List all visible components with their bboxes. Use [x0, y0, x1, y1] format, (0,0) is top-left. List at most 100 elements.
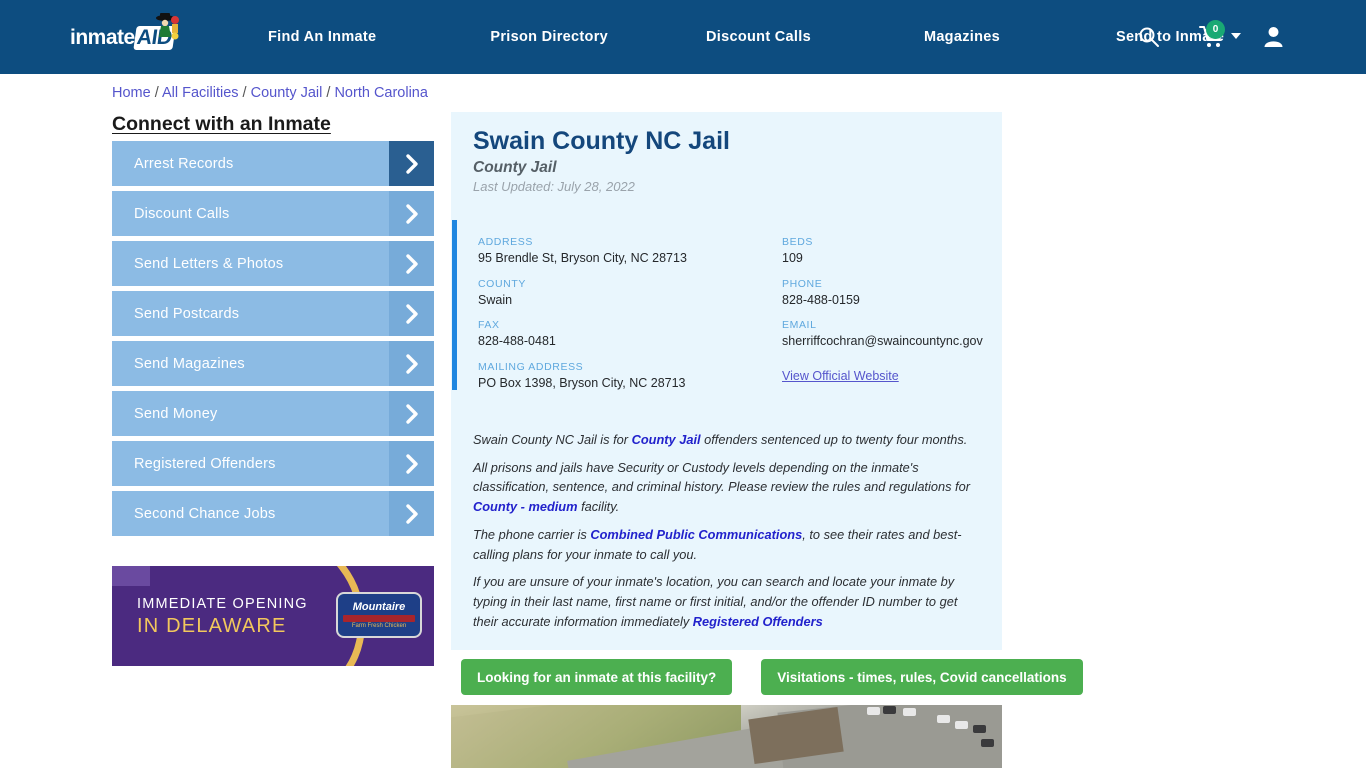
sidebar-item-label: Send Money: [134, 405, 218, 422]
action-buttons: Looking for an inmate at this facility? …: [461, 659, 1083, 695]
detail-label: ADDRESS: [478, 236, 533, 248]
site-logo[interactable]: inmateAID: [70, 13, 200, 58]
sidebar-item-label: Send Letters & Photos: [134, 255, 284, 272]
facility-description: Swain County NC Jail is for County Jail …: [473, 430, 976, 639]
top-navigation-bar: inmateAID Find An Inmate Prison Director…: [0, 0, 1366, 74]
ad-headline-line1: IMMEDIATE OPENING: [137, 596, 308, 612]
facility-info-panel: Swain County NC Jail County Jail Last Up…: [451, 112, 1002, 650]
last-updated-text: Last Updated: July 28, 2022: [473, 179, 635, 194]
ad-brand-logo: Mountaire Farm Fresh Chicken: [336, 592, 422, 638]
aerial-vehicle: [973, 725, 986, 733]
facility-aerial-photo: [451, 705, 1002, 768]
sidebar-item-label: Second Chance Jobs: [134, 505, 276, 522]
sidebar-item-arrest-records[interactable]: Arrest Records: [112, 141, 434, 186]
link-county-jail[interactable]: County Jail: [632, 432, 701, 447]
detail-label: COUNTY: [478, 277, 526, 290]
sidebar-item-label: Send Magazines: [134, 355, 245, 372]
facility-details-left-column: ADDRESS 95 Brendle St, Bryson City, NC 2…: [478, 236, 748, 402]
sidebar-item-label: Send Postcards: [134, 305, 240, 322]
breadcrumb: Home / All Facilities / County Jail / No…: [112, 85, 428, 101]
search-icon[interactable]: [1138, 26, 1160, 48]
sidebar-item-label: Registered Offenders: [134, 455, 276, 472]
sidebar-item-second-chance-jobs[interactable]: Second Chance Jobs: [112, 491, 434, 536]
sidebar-heading: Connect with an Inmate: [112, 113, 331, 135]
ad-headline-line2: IN DELAWARE: [137, 615, 287, 637]
detail-value: sherriffcochran@swaincountync.gov: [782, 334, 983, 348]
sidebar-advertisement[interactable]: IMMEDIATE OPENING IN DELAWARE Mountaire …: [112, 566, 434, 666]
accent-bar: [452, 220, 457, 390]
ad-brand-bar: [343, 615, 415, 622]
description-paragraph-1: Swain County NC Jail is for County Jail …: [473, 432, 968, 447]
ad-brand-name: Mountaire: [352, 601, 406, 613]
detail-beds: BEDS 109: [782, 236, 992, 265]
sidebar-item-send-letters-photos[interactable]: Send Letters & Photos: [112, 241, 434, 286]
chevron-right-icon: [389, 341, 434, 386]
ad-corner-decoration: [112, 566, 150, 586]
breadcrumb-item-all-facilities[interactable]: All Facilities: [162, 85, 239, 101]
sidebar-item-label: Discount Calls: [134, 205, 230, 222]
chevron-right-icon: [389, 241, 434, 286]
mascot-icon: [156, 13, 179, 40]
aerial-vehicle: [937, 715, 950, 723]
detail-email: EMAIL sherriffcochran@swaincountync.gov: [782, 319, 992, 348]
breadcrumb-separator: /: [238, 85, 251, 101]
aerial-vehicle: [955, 721, 968, 729]
facility-details-right-column: BEDS 109 PHONE 828-488-0159 EMAIL sherri…: [782, 236, 992, 385]
cart-count-badge: 0: [1206, 20, 1225, 39]
sidebar-item-label: Arrest Records: [134, 155, 234, 172]
page-title: Swain County NC Jail: [473, 127, 730, 155]
primary-nav-links: Find An Inmate Prison Directory Discount…: [250, 0, 1242, 74]
detail-value: Swain: [478, 292, 513, 307]
sidebar-item-send-magazines[interactable]: Send Magazines: [112, 341, 434, 386]
chevron-right-icon: [389, 291, 434, 336]
chevron-right-icon: [389, 391, 434, 436]
detail-address: ADDRESS 95 Brendle St, Bryson City, NC 2…: [478, 236, 748, 265]
detail-value: 109: [782, 251, 803, 265]
aerial-vehicle: [981, 739, 994, 747]
nav-item-magazines[interactable]: Magazines: [924, 29, 1000, 45]
detail-phone: PHONE 828-488-0159: [782, 278, 992, 307]
breadcrumb-separator: /: [322, 85, 335, 101]
aerial-vehicle: [903, 708, 916, 716]
link-registered-offenders[interactable]: Registered Offenders: [693, 614, 823, 629]
chevron-right-icon: [389, 441, 434, 486]
chevron-right-icon: [389, 491, 434, 536]
aerial-vehicle: [867, 707, 880, 715]
description-paragraph-3: The phone carrier is Combined Public Com…: [473, 526, 962, 562]
nav-item-discount-calls[interactable]: Discount Calls: [706, 29, 811, 45]
ad-brand-tagline: Farm Fresh Chicken: [351, 623, 407, 629]
official-website-link[interactable]: View Official Website: [782, 369, 899, 383]
link-phone-carrier[interactable]: Combined Public Communications: [590, 527, 802, 542]
detail-county: COUNTY Swain: [478, 278, 748, 307]
sidebar-item-discount-calls[interactable]: Discount Calls: [112, 191, 434, 236]
detail-mailing-address: MAILING ADDRESS PO Box 1398, Bryson City…: [478, 361, 748, 390]
sidebar-item-send-postcards[interactable]: Send Postcards: [112, 291, 434, 336]
breadcrumb-item-home[interactable]: Home: [112, 85, 151, 101]
nav-item-find-an-inmate[interactable]: Find An Inmate: [268, 29, 376, 45]
detail-label: PHONE: [782, 277, 823, 290]
detail-label: EMAIL: [782, 319, 817, 331]
link-county-medium[interactable]: County - medium: [473, 499, 578, 514]
description-paragraph-2: All prisons and jails have Security or C…: [473, 459, 970, 515]
chevron-right-icon: [389, 191, 434, 236]
detail-label: BEDS: [782, 236, 813, 248]
breadcrumb-separator: /: [150, 85, 162, 101]
sidebar-menu: Arrest Records Discount Calls Send Lette…: [112, 141, 434, 541]
user-icon[interactable]: [1264, 26, 1283, 47]
chevron-down-icon: [1231, 33, 1242, 39]
detail-value: 95 Brendle St, Bryson City, NC 28713: [478, 251, 687, 265]
nav-item-prison-directory[interactable]: Prison Directory: [490, 29, 608, 45]
breadcrumb-item-county-jail[interactable]: County Jail: [251, 85, 323, 101]
facility-type: County Jail: [473, 159, 557, 176]
detail-value: PO Box 1398, Bryson City, NC 28713: [478, 375, 686, 390]
breadcrumb-item-north-carolina[interactable]: North Carolina: [334, 85, 428, 101]
inmate-search-button[interactable]: Looking for an inmate at this facility?: [461, 659, 733, 695]
sidebar-item-registered-offenders[interactable]: Registered Offenders: [112, 441, 434, 486]
detail-fax: FAX 828-488-0481: [478, 319, 748, 348]
visitation-info-button[interactable]: Visitations - times, rules, Covid cancel…: [761, 659, 1083, 695]
aerial-vehicle: [883, 706, 896, 714]
detail-value: 828-488-0159: [782, 292, 860, 307]
sidebar-item-send-money[interactable]: Send Money: [112, 391, 434, 436]
description-paragraph-4: If you are unsure of your inmate's locat…: [473, 574, 958, 629]
detail-label: MAILING ADDRESS: [478, 360, 584, 373]
